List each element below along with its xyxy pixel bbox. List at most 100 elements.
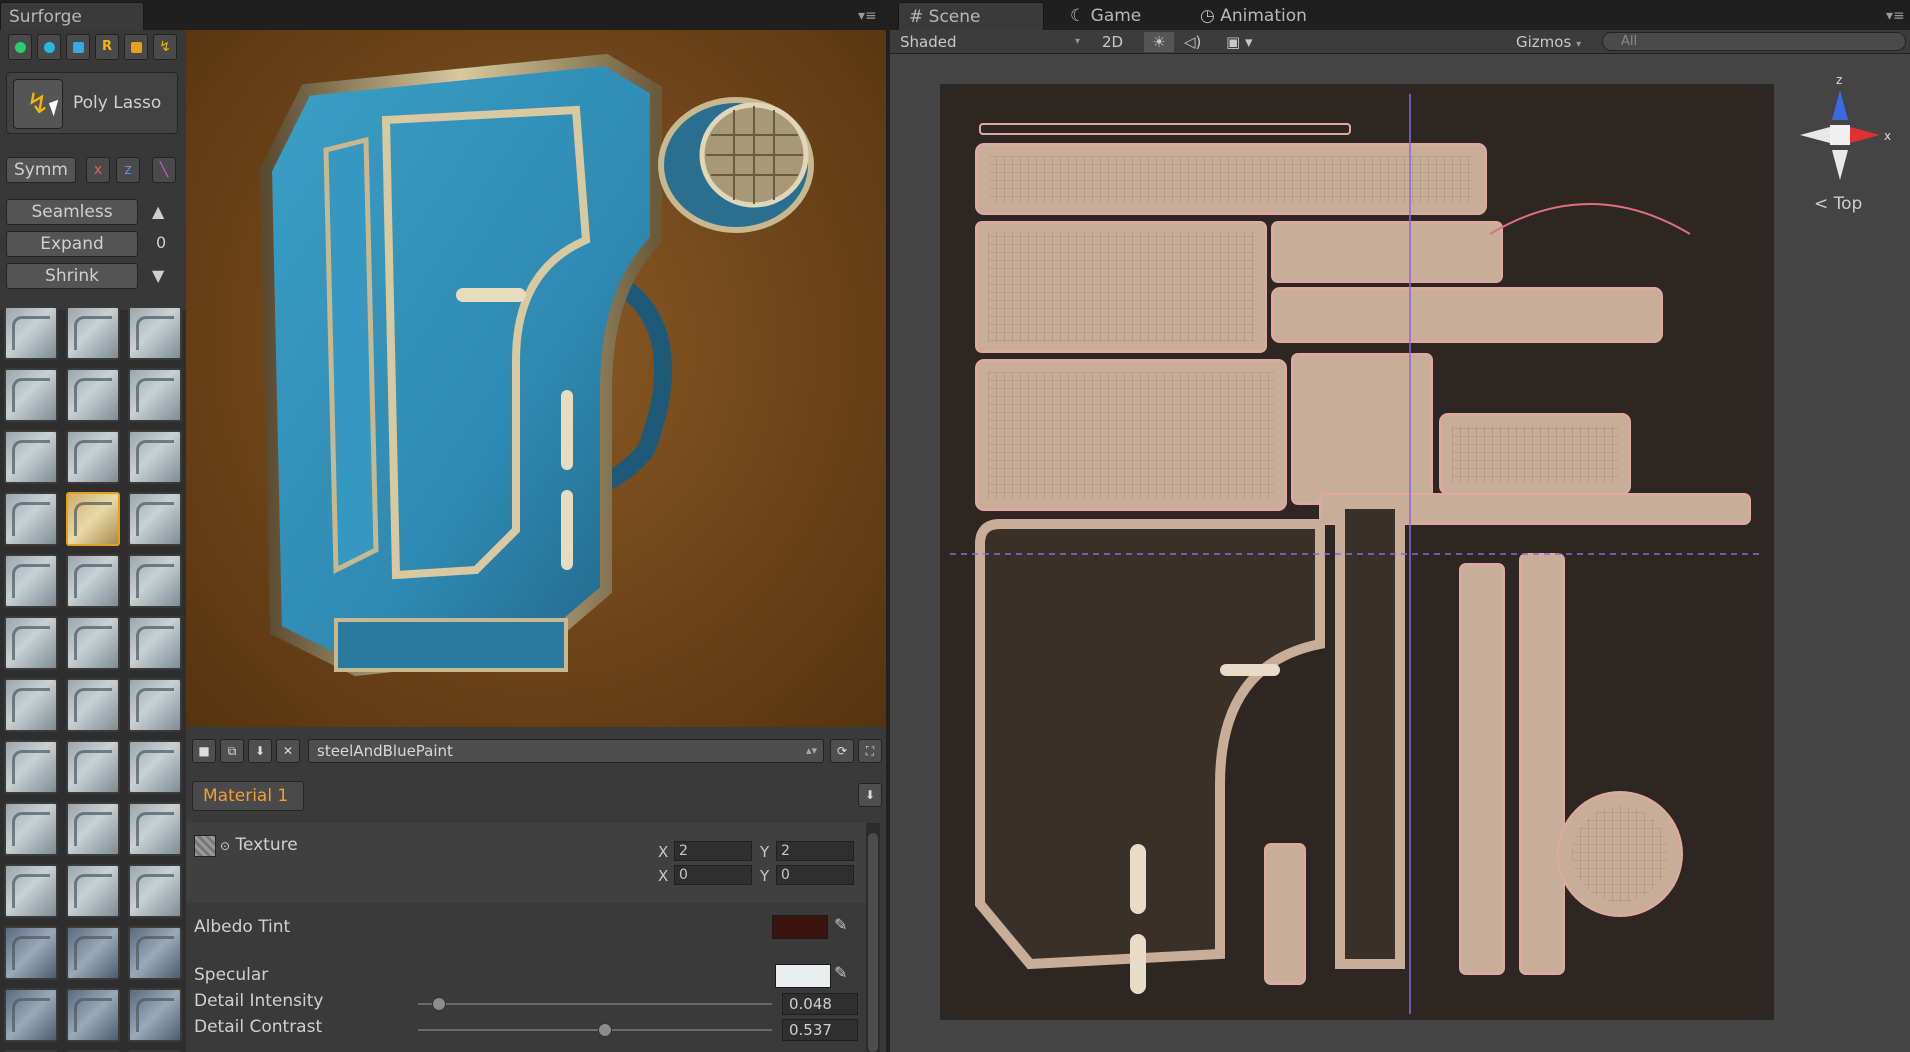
new-material-icon[interactable]: ■ [192,739,216,763]
brush-tile[interactable] [4,802,58,856]
brush-shape-icon [12,564,50,598]
specular-swatch[interactable] [775,964,831,988]
arrow-up-icon[interactable]: ▲ [152,202,164,221]
symm-button[interactable]: Symm [6,157,76,183]
brush-tile[interactable] [66,368,120,422]
detail-intensity-value[interactable]: 0.048 [782,993,858,1015]
uv-layout-view[interactable] [940,84,1774,1020]
brush-tile[interactable] [66,988,120,1042]
detail-contrast-track[interactable] [418,1029,772,1031]
brush-tile[interactable] [4,616,58,670]
blue-color-button[interactable] [66,34,90,60]
brush-tile[interactable] [66,430,120,484]
detail-contrast-handle[interactable] [598,1023,612,1037]
lighting-toggle-icon[interactable]: ☀ [1144,32,1174,52]
tab-scene[interactable]: # Scene [898,2,1044,30]
brush-tile[interactable] [66,678,120,732]
model-viewport[interactable] [186,30,886,727]
delete-material-icon[interactable]: ✕ [276,739,300,763]
arrow-down-icon[interactable]: ▼ [152,266,164,285]
2d-toggle[interactable]: 2D [1102,32,1123,52]
eyedropper-icon[interactable]: ✎ [834,963,847,982]
save-material-icon[interactable]: ⬇ [248,739,272,763]
brush-tile[interactable] [4,926,58,980]
shrink-button[interactable]: Shrink [6,263,138,289]
detail-contrast-value[interactable]: 0.537 [782,1019,858,1041]
eyedropper-icon[interactable]: ✎ [834,915,847,934]
brush-tile[interactable] [66,926,120,980]
brush-tile[interactable] [128,988,182,1042]
brush-tile[interactable] [66,864,120,918]
brush-tile[interactable] [66,554,120,608]
detail-intensity-handle[interactable] [432,997,446,1011]
brush-tile[interactable] [128,368,182,422]
tab-animation[interactable]: ◷ Animation [1190,2,1360,30]
tab-game[interactable]: ☾ Game [1060,2,1180,30]
brush-tile[interactable] [4,368,58,422]
brush-tile[interactable] [4,740,58,794]
window-menu-icon[interactable]: ▾≡ [858,8,877,24]
brush-tile[interactable] [66,740,120,794]
brush-tile[interactable] [128,926,182,980]
material-1-tab[interactable]: Material 1 [192,781,304,811]
view-label[interactable]: < Top [1814,194,1862,214]
brush-tile[interactable] [4,988,58,1042]
brush-tile[interactable] [4,492,58,546]
scene-menu-icon[interactable]: ▾≡ [1886,8,1905,24]
offset-x-input[interactable]: 0 [674,865,752,885]
brush-tile[interactable] [4,306,58,360]
material-scrollbar[interactable] [866,823,880,1052]
surforge-tab[interactable]: Surforge [0,2,144,30]
svg-text:z: z [1836,73,1842,87]
scene-search-input[interactable]: All [1602,32,1906,51]
brush-tile[interactable] [128,430,182,484]
tiling-x-input[interactable]: 2 [674,841,752,861]
tiling-y-input[interactable]: 2 [776,841,854,861]
audio-toggle-icon[interactable]: ◁) [1184,32,1201,52]
brush-tile[interactable] [4,430,58,484]
brush-tile[interactable] [66,802,120,856]
brush-tile[interactable] [66,492,120,546]
green-color-button[interactable] [8,34,32,60]
texture-thumbnail[interactable] [194,835,216,857]
material-select[interactable]: steelAndBluePaint ▴▾ [308,739,824,763]
refresh-icon[interactable]: ⟳ [830,739,854,763]
brush-tile[interactable] [4,864,58,918]
symm-x-button[interactable]: x [86,157,110,183]
brush-tile[interactable] [128,864,182,918]
brush-tile[interactable] [128,740,182,794]
detail-intensity-track[interactable] [418,1003,772,1005]
effects-toggle-icon[interactable]: ▣ ▾ [1226,32,1252,52]
brush-tile[interactable] [128,678,182,732]
brush-tile[interactable] [128,802,182,856]
brush-tile[interactable] [128,306,182,360]
copy-material-icon[interactable]: ⧉ [220,739,244,763]
scene-icon: # [909,7,924,27]
brush-shape-icon [136,998,174,1032]
brush-shape-icon [74,998,112,1032]
brush-tile[interactable] [4,678,58,732]
offset-y-input[interactable]: 0 [776,865,854,885]
brush-tile[interactable] [128,492,182,546]
brush-tile[interactable] [66,306,120,360]
expand-icon[interactable]: ⛶ [858,739,882,763]
symm-z-button[interactable]: z [116,157,140,183]
brush-shape-icon [74,626,112,660]
shading-mode-dropdown[interactable]: Shaded ▾ [900,32,1080,52]
brush-tile[interactable] [66,616,120,670]
r-button[interactable]: R [95,34,119,60]
brush-shape-icon [12,626,50,660]
brush-tile[interactable] [128,554,182,608]
albedo-tint-swatch[interactable] [772,915,828,939]
symm-diagonal-button[interactable]: ╲ [152,157,176,183]
lasso-mini-icon[interactable]: ↯ [153,34,177,60]
poly-lasso-tool[interactable]: ↯ Poly Lasso [6,72,178,134]
cyan-color-button[interactable] [37,34,61,60]
brush-tile[interactable] [4,554,58,608]
expand-button[interactable]: Expand [6,231,138,257]
pattern-button[interactable] [124,34,148,60]
download-icon[interactable]: ⬇ [858,783,882,807]
brush-tile[interactable] [128,616,182,670]
seamless-button[interactable]: Seamless [6,199,138,225]
gizmos-dropdown[interactable]: Gizmos ▾ [1516,32,1581,52]
